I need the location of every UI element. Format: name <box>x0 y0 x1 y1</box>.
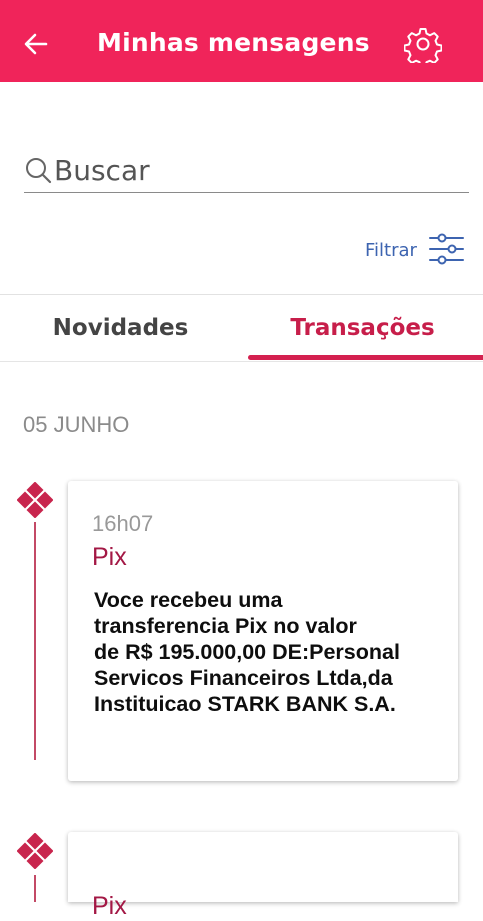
search-icon <box>26 158 52 184</box>
message-type: Pix <box>92 543 127 571</box>
message-time: 16h07 <box>92 511 154 536</box>
settings-gear-icon[interactable] <box>404 25 442 63</box>
active-tab-indicator <box>248 355 483 360</box>
message-card[interactable]: Pix <box>68 832 458 920</box>
filter-button[interactable]: Filtrar <box>365 230 469 270</box>
tab-divider <box>0 361 483 362</box>
search-field[interactable] <box>24 150 469 193</box>
message-body: Voce recebeu uma transferencia Pix no va… <box>94 588 400 716</box>
page-title: Minhas mensagens <box>97 28 370 57</box>
timeline-marker-icon <box>17 833 53 869</box>
date-heading: 05 JUNHO <box>23 412 130 437</box>
app-header: Minhas mensagens <box>0 0 483 82</box>
filter-sliders-icon <box>429 233 464 265</box>
back-arrow-icon[interactable] <box>22 30 50 58</box>
search-input[interactable] <box>54 150 454 190</box>
timeline-line <box>34 875 36 902</box>
tab-bar: Novidades Transações <box>0 295 483 361</box>
timeline-marker-icon <box>17 482 53 518</box>
filter-label: Filtrar <box>365 240 417 261</box>
tab-novidades[interactable]: Novidades <box>0 295 241 361</box>
message-card[interactable]: 16h07 Pix Voce recebeu uma transferencia… <box>68 481 458 781</box>
tab-transacoes[interactable]: Transações <box>242 295 483 361</box>
timeline-line <box>34 522 36 760</box>
message-type: Pix <box>92 892 127 920</box>
